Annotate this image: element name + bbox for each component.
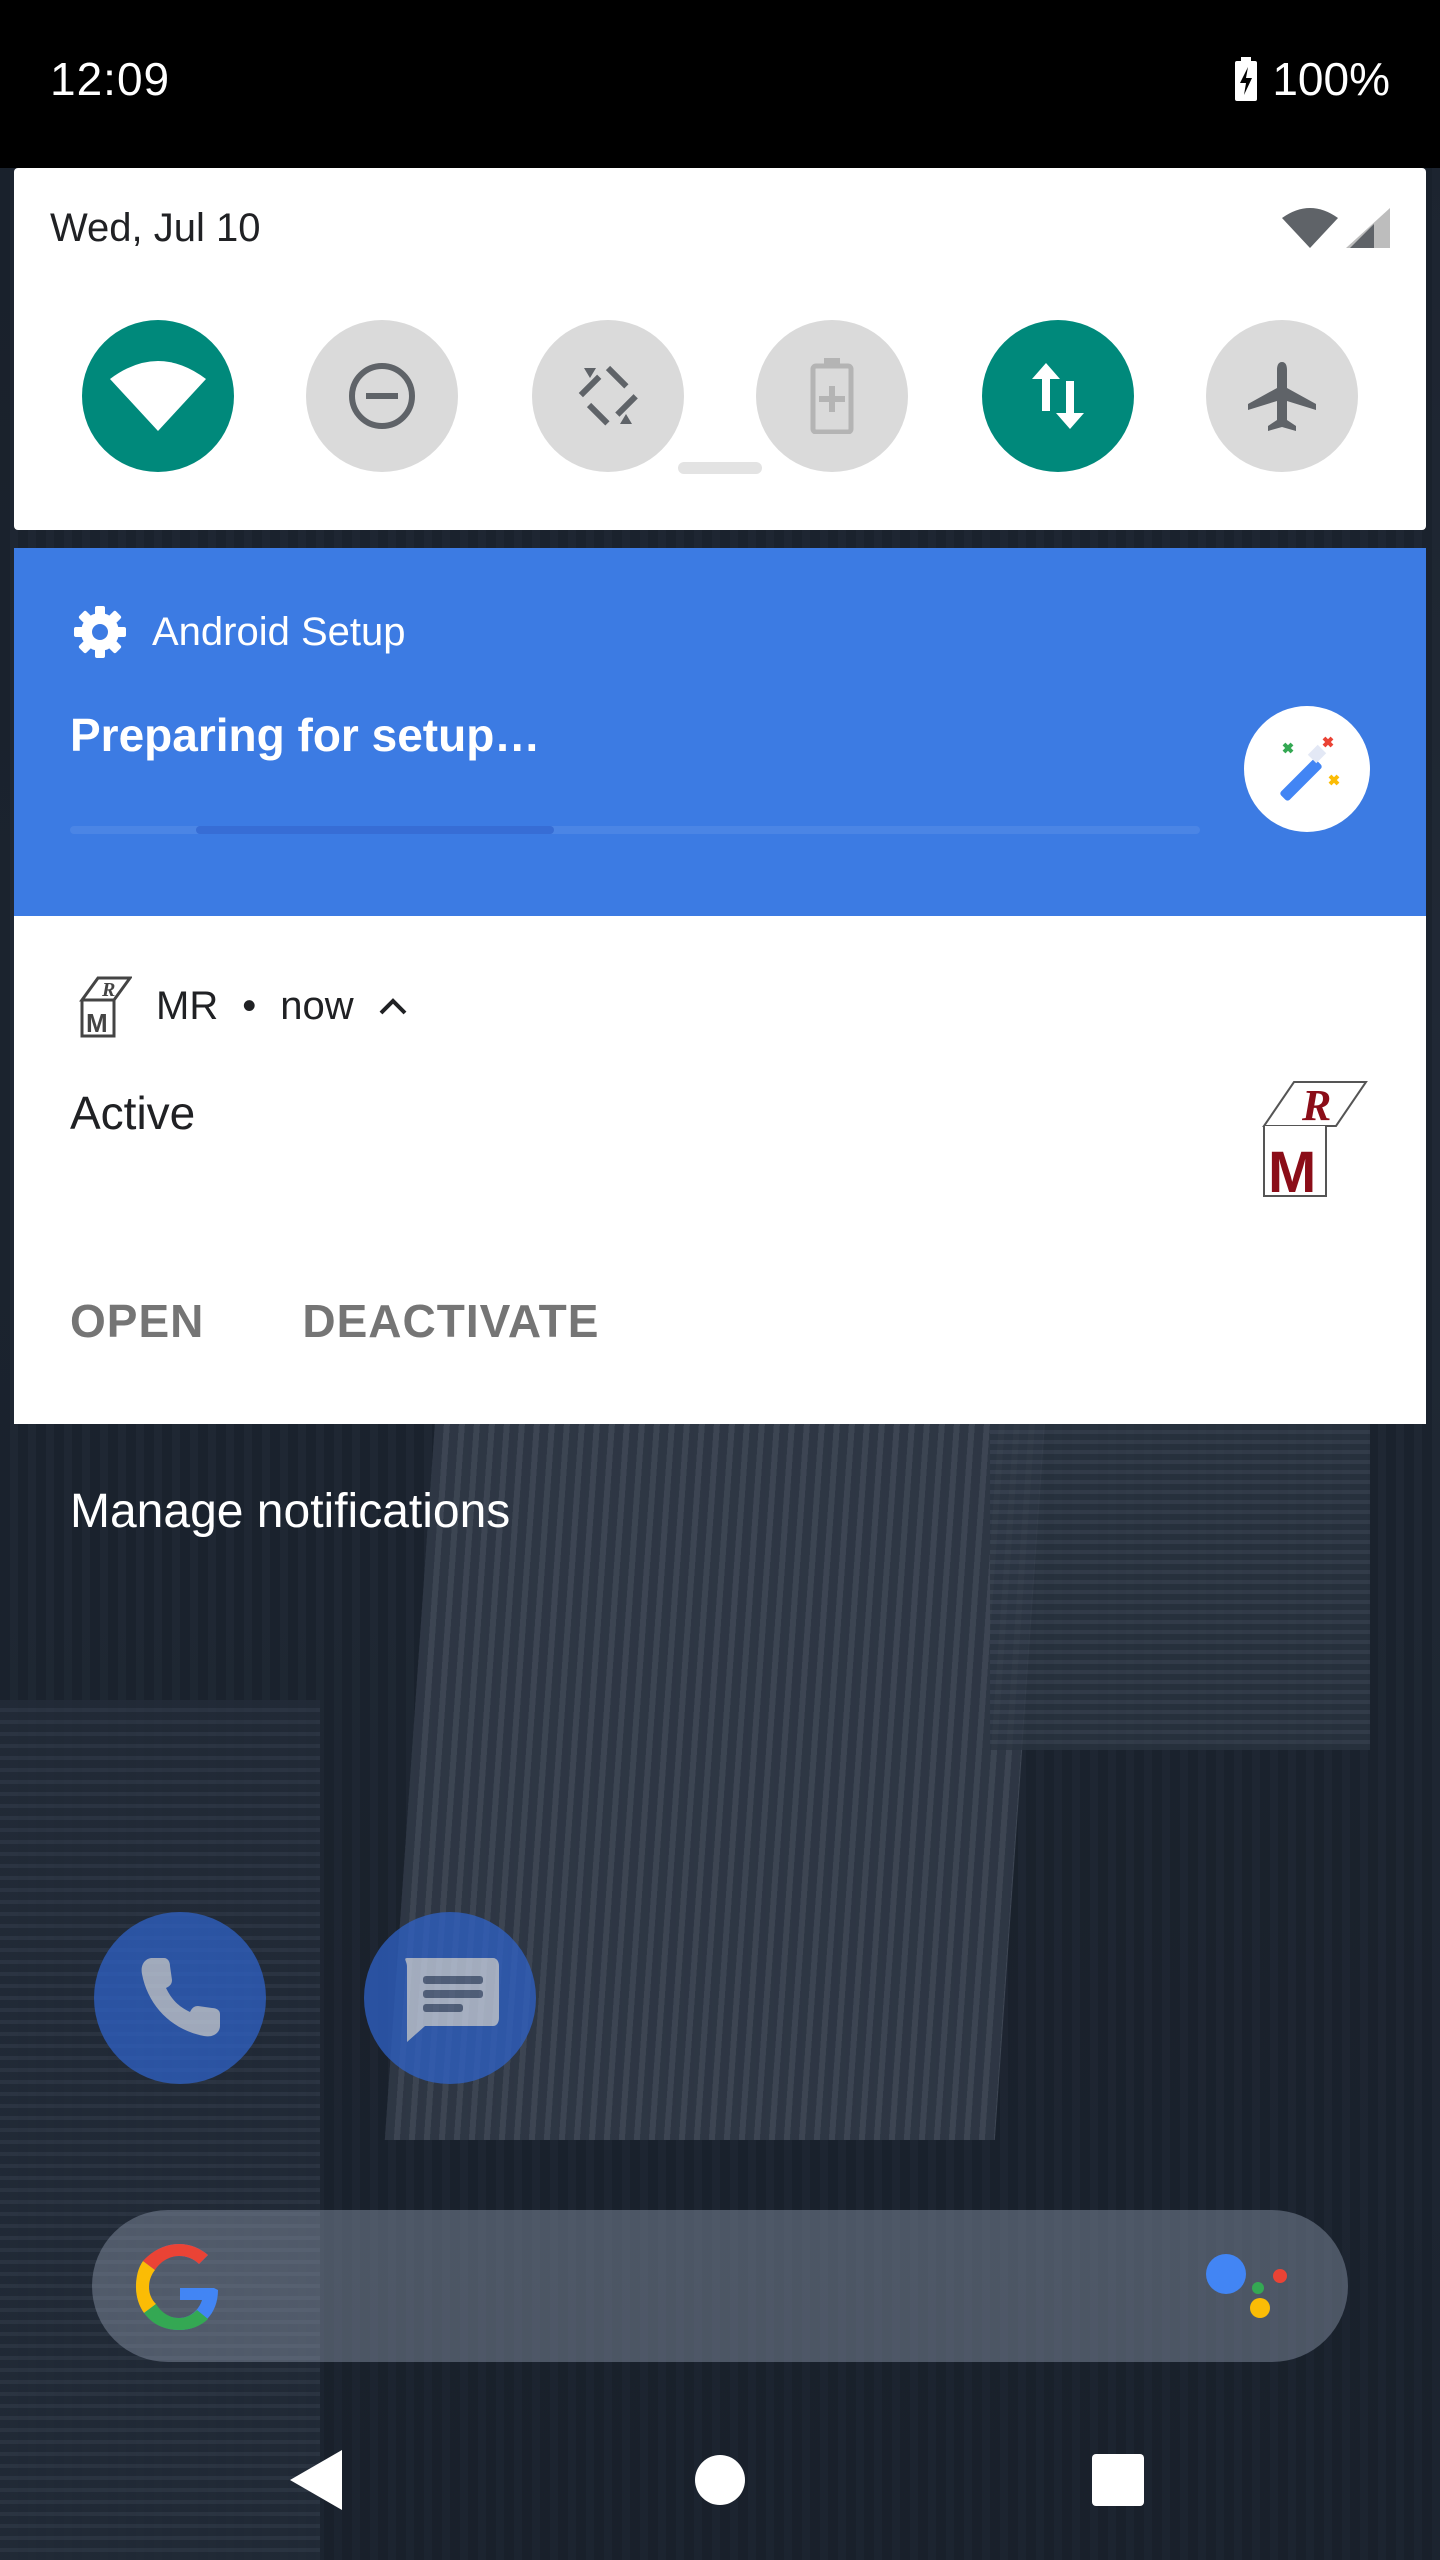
tile-auto-rotate[interactable] <box>532 320 684 472</box>
chevron-up-icon[interactable] <box>378 996 408 1016</box>
svg-text:M: M <box>86 1008 108 1038</box>
progress-bar <box>70 826 1200 834</box>
status-time: 12:09 <box>50 53 171 105</box>
home-button[interactable] <box>684 2444 756 2516</box>
messages-icon <box>405 1958 499 2042</box>
notification-app-name: Android Setup <box>152 609 406 654</box>
phone-icon <box>141 1958 220 2037</box>
notification-actions: OPEN DEACTIVATE <box>70 1294 599 1348</box>
phone-app[interactable] <box>94 1912 266 2084</box>
open-button[interactable]: OPEN <box>70 1294 204 1348</box>
tile-wifi[interactable] <box>82 320 234 472</box>
notification-mr[interactable]: R M MR • now Active R M OPEN DEACTIVATE <box>14 916 1426 1424</box>
qs-date: Wed, Jul 10 <box>50 206 261 250</box>
notification-time: now <box>280 983 354 1028</box>
progress-indicator <box>196 826 554 834</box>
airplane-icon <box>1248 362 1316 431</box>
svg-text:M: M <box>1268 1140 1316 1202</box>
notification-android-setup[interactable]: Android Setup Preparing for setup… <box>14 548 1426 916</box>
recents-icon <box>1092 2454 1144 2506</box>
notification-header: Android Setup <box>72 604 406 660</box>
battery-charging-icon <box>1235 57 1258 101</box>
tile-airplane-mode[interactable] <box>1206 320 1358 472</box>
svg-text:R: R <box>1301 1081 1331 1130</box>
recents-button[interactable] <box>1082 2444 1154 2516</box>
google-assistant-icon <box>1206 2254 1287 2318</box>
do-not-disturb-icon <box>349 363 415 429</box>
messages-app[interactable] <box>364 1912 536 2084</box>
auto-rotate-icon <box>577 365 639 427</box>
battery-saver-icon <box>810 358 854 434</box>
mobile-data-icon <box>1032 363 1084 429</box>
mr-logo-icon: R M <box>79 976 132 1038</box>
qs-expand-handle[interactable] <box>678 462 762 474</box>
qs-signal-icons <box>1282 208 1390 248</box>
deactivate-button[interactable]: DEACTIVATE <box>302 1294 599 1348</box>
navigation-bar <box>0 2400 1440 2560</box>
back-icon <box>290 2450 342 2510</box>
notification-header: R M MR • now <box>68 974 408 1038</box>
back-button[interactable] <box>280 2444 352 2516</box>
qs-tiles <box>14 320 1426 474</box>
separator-dot: • <box>242 983 257 1028</box>
cell-signal-icon <box>1346 208 1390 248</box>
magic-wand-icon <box>1244 706 1370 832</box>
google-search-bar[interactable] <box>92 2210 1348 2362</box>
status-bar: 12:09 100% <box>0 0 1440 168</box>
status-icons: 100% <box>1234 52 1390 106</box>
tile-battery-saver[interactable] <box>756 320 908 472</box>
wifi-icon <box>110 361 206 431</box>
svg-text:R: R <box>101 979 115 1001</box>
quick-settings-panel: Wed, Jul 10 <box>14 168 1426 530</box>
wifi-status-icon <box>1282 208 1338 248</box>
notification-title: Preparing for setup… <box>70 709 541 761</box>
google-g-icon <box>136 2244 218 2330</box>
mr-logo-icon: R M <box>1262 1081 1368 1202</box>
battery-percentage: 100% <box>1272 53 1390 105</box>
notification-title: Active <box>70 1087 196 1139</box>
notification-app-name: MR <box>156 983 219 1028</box>
tile-mobile-data[interactable] <box>982 320 1134 472</box>
gear-icon <box>74 606 126 658</box>
home-icon <box>695 2455 745 2505</box>
tile-do-not-disturb[interactable] <box>306 320 458 472</box>
manage-notifications-button[interactable]: Manage notifications <box>70 1484 510 1539</box>
